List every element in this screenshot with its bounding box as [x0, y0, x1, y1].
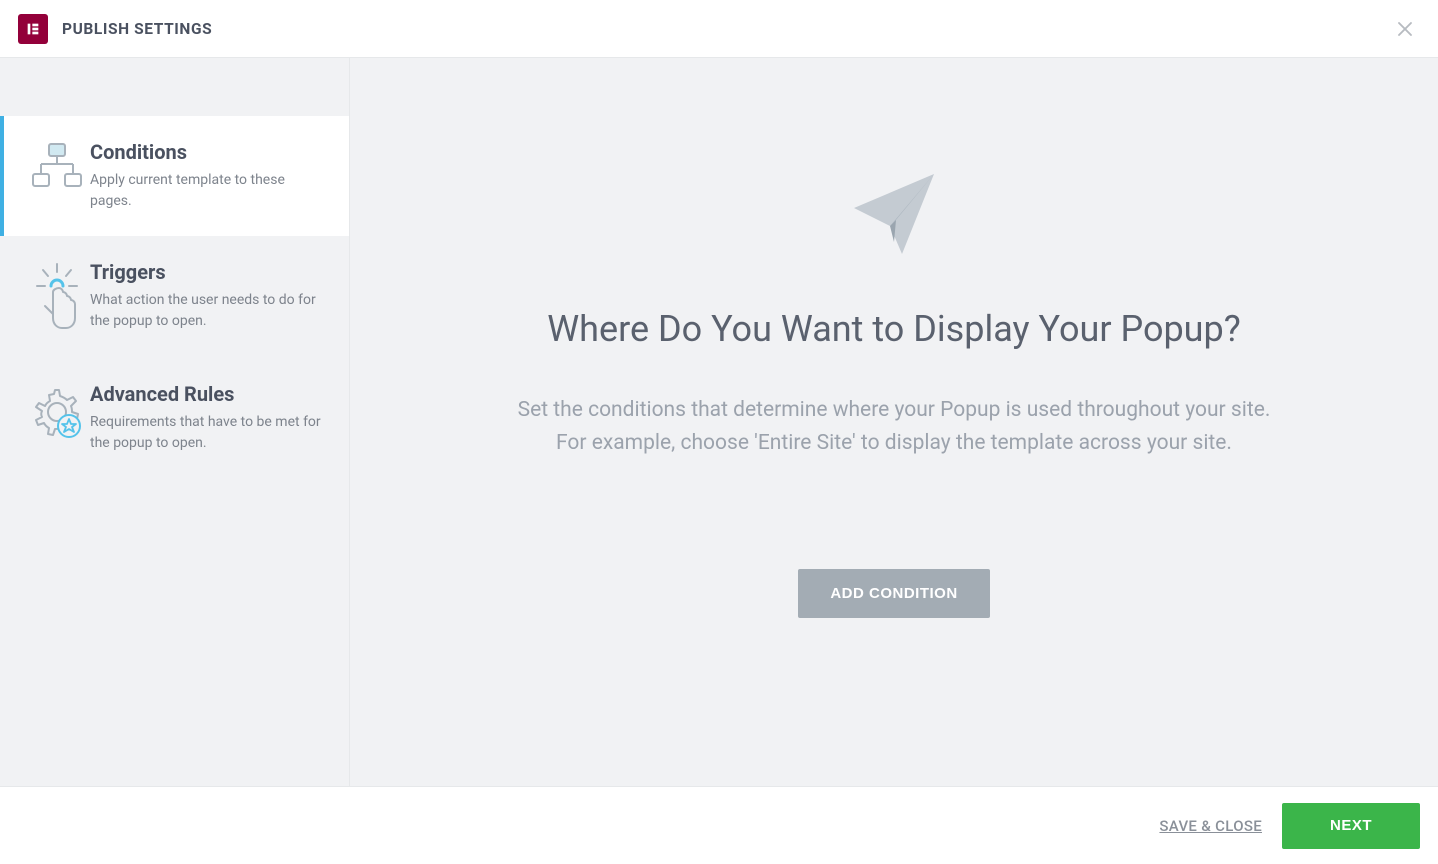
add-condition-button[interactable]: ADD CONDITION: [798, 569, 989, 618]
sidebar-item-desc: Apply current template to these pages.: [90, 170, 323, 212]
sidebar-item-triggers[interactable]: Triggers What action the user needs to d…: [0, 236, 349, 358]
sidebar-item-title: Conditions: [90, 140, 323, 164]
main-heading: Where Do You Want to Display Your Popup?: [547, 308, 1241, 350]
sidebar: Conditions Apply current template to the…: [0, 58, 350, 786]
close-icon: [1396, 20, 1414, 38]
elementor-logo: [18, 14, 48, 44]
next-button[interactable]: NEXT: [1282, 803, 1420, 849]
sidebar-item-desc: What action the user needs to do for the…: [90, 290, 323, 332]
main-content: Where Do You Want to Display Your Popup?…: [350, 58, 1438, 786]
page-title: PUBLISH SETTINGS: [62, 20, 212, 38]
gear-star-icon: [24, 382, 90, 440]
sidebar-item-conditions[interactable]: Conditions Apply current template to the…: [0, 116, 349, 236]
header-bar: PUBLISH SETTINGS: [0, 0, 1438, 58]
sidebar-item-title: Triggers: [90, 260, 323, 284]
sidebar-item-advanced-rules[interactable]: Advanced Rules Requirements that have to…: [0, 358, 349, 478]
click-icon: [24, 260, 90, 334]
sidebar-item-title: Advanced Rules: [90, 382, 323, 406]
sitemap-icon: [24, 140, 90, 192]
paper-plane-icon: [848, 168, 940, 260]
main-desc-line2: For example, choose 'Entire Site' to dis…: [556, 431, 1232, 455]
footer-bar: SAVE & CLOSE NEXT: [0, 786, 1438, 864]
save-and-close-link[interactable]: SAVE & CLOSE: [1159, 817, 1262, 835]
main-desc-line1: Set the conditions that determine where …: [518, 398, 1271, 422]
main-description: Set the conditions that determine where …: [518, 394, 1271, 459]
sidebar-item-desc: Requirements that have to be met for the…: [90, 412, 323, 454]
close-button[interactable]: [1390, 14, 1420, 44]
